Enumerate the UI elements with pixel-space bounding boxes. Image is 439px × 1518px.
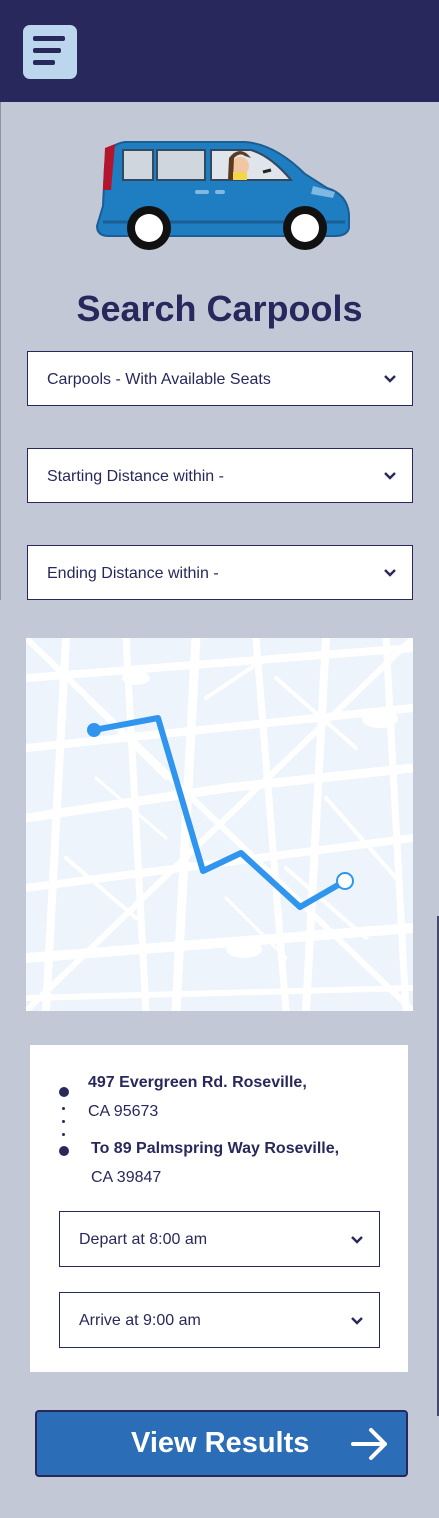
- destination-dot: [59, 1146, 69, 1156]
- chevron-down-icon: [351, 1236, 363, 1244]
- route-connector-dot: [62, 1107, 65, 1110]
- route-connector-dot: [62, 1133, 65, 1136]
- hamburger-menu-icon-bar: [33, 48, 61, 53]
- chevron-down-icon: [384, 569, 396, 577]
- car-illustration: [95, 141, 350, 250]
- hamburger-menu-icon: [33, 36, 65, 41]
- start-distance-label: Starting Distance within -: [47, 468, 224, 485]
- chevron-down-icon: [384, 472, 396, 480]
- route-map[interactable]: [26, 638, 413, 1011]
- view-results-label: View Results: [131, 1427, 310, 1459]
- depart-time-label: Depart at 8:00 am: [79, 1231, 208, 1248]
- map-streets: [26, 638, 413, 1011]
- start-distance-select[interactable]: Starting Distance within -: [27, 448, 413, 503]
- route-start-marker: [87, 723, 101, 737]
- seats-filter-select[interactable]: Carpools - With Available Seats: [27, 351, 413, 406]
- left-divider: [0, 102, 1, 600]
- hamburger-menu-button[interactable]: [23, 25, 77, 79]
- end-distance-select[interactable]: Ending Distance within -: [27, 545, 413, 600]
- destination-address-line2: CA 39847: [91, 1169, 162, 1186]
- destination-address-line1: To 89 Palmspring Way Roseville,: [91, 1140, 340, 1157]
- origin-dot: [59, 1087, 69, 1097]
- hamburger-menu-icon-bar: [33, 60, 55, 65]
- route-connector-dot: [62, 1120, 65, 1123]
- app-header: [0, 0, 439, 102]
- origin-address-line2: CA 95673: [88, 1103, 159, 1120]
- arrow-right-icon: [351, 1428, 387, 1460]
- depart-time-select[interactable]: Depart at 8:00 am: [59, 1211, 380, 1267]
- view-results-button[interactable]: View Results: [35, 1410, 408, 1477]
- origin-address-line1: 497 Evergreen Rd. Roseville,: [88, 1074, 307, 1091]
- seats-filter-label: Carpools - With Available Seats: [47, 371, 271, 388]
- arrive-time-select[interactable]: Arrive at 9:00 am: [59, 1292, 380, 1348]
- end-distance-label: Ending Distance within -: [47, 565, 219, 582]
- page-title: Search Carpools: [76, 288, 363, 329]
- chevron-down-icon: [384, 375, 396, 383]
- arrive-time-label: Arrive at 9:00 am: [79, 1312, 201, 1329]
- chevron-down-icon: [351, 1317, 363, 1325]
- route-card: 497 Evergreen Rd. Roseville, CA 95673 To…: [30, 1045, 408, 1372]
- route-end-marker: [336, 872, 354, 890]
